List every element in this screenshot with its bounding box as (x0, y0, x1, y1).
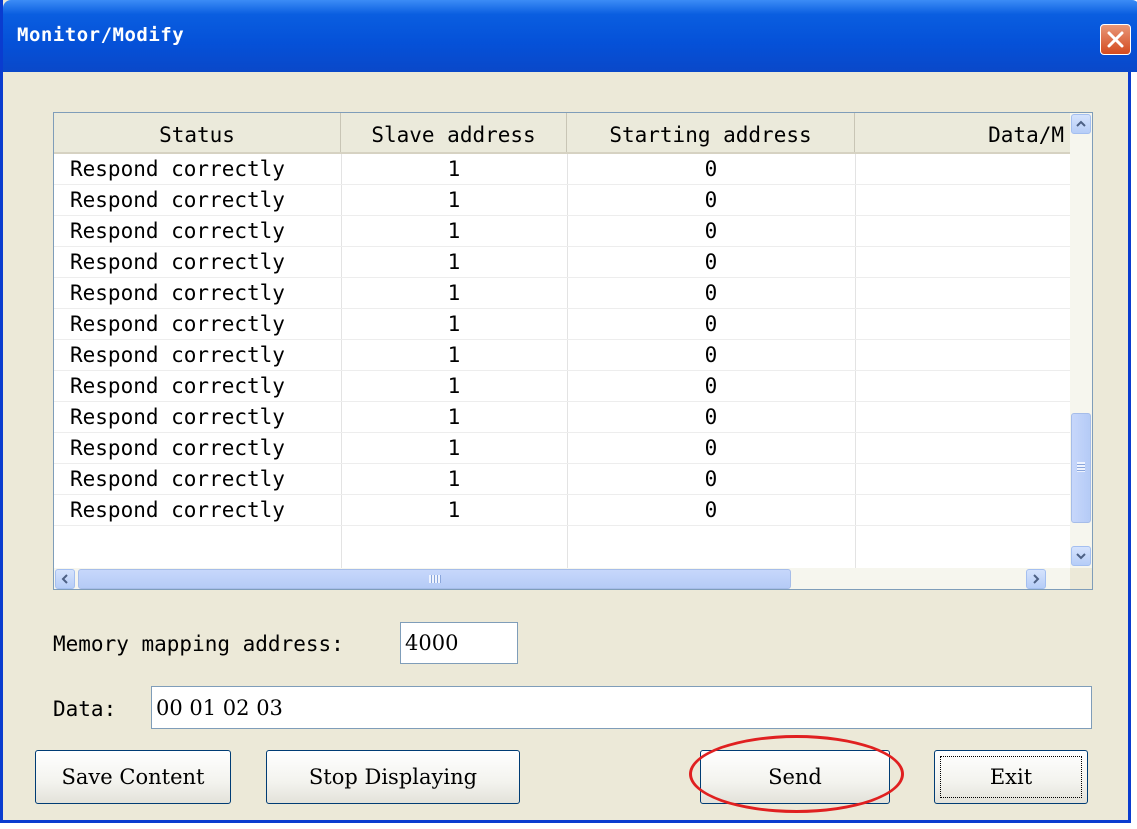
starting-address-cell: 0 (704, 281, 718, 305)
table-row[interactable]: Respond correctly 1 0 (54, 495, 1070, 526)
starting-address-cell: 0 (704, 188, 718, 212)
data-input[interactable] (151, 686, 1092, 729)
close-button[interactable] (1100, 24, 1131, 55)
slave-address-cell: 1 (447, 312, 461, 336)
status-cell: Respond correctly (70, 343, 285, 367)
scroll-up-icon (1076, 120, 1086, 127)
starting-address-cell: 0 (704, 343, 718, 367)
starting-address-cell: 0 (704, 498, 718, 522)
scroll-down-button[interactable] (1071, 546, 1091, 566)
title-bar[interactable]: Monitor/Modify (3, 0, 1137, 72)
close-icon (1107, 31, 1124, 48)
status-cell: Respond correctly (70, 312, 285, 336)
table-row[interactable]: Respond correctly 1 0 (54, 340, 1070, 371)
table-row[interactable]: Respond correctly 1 0 (54, 247, 1070, 278)
status-cell: Respond correctly (70, 436, 285, 460)
thumb-grip (429, 575, 441, 583)
status-cell: Respond correctly (70, 219, 285, 243)
memory-mapping-address-input[interactable] (400, 622, 518, 664)
starting-address-cell: 0 (704, 467, 718, 491)
scrollbar-corner (1070, 568, 1092, 589)
status-cell: Respond correctly (70, 281, 285, 305)
vertical-scroll-thumb[interactable] (1071, 413, 1091, 523)
memory-mapping-address-label: Memory mapping address: (53, 632, 344, 656)
table-row[interactable]: Respond correctly 1 0 (54, 371, 1070, 402)
table-row[interactable]: Respond correctly 1 0 (54, 402, 1070, 433)
starting-address-cell: 0 (704, 219, 718, 243)
slave-address-cell: 1 (447, 374, 461, 398)
slave-address-cell: 1 (447, 281, 461, 305)
starting-address-cell: 0 (704, 312, 718, 336)
results-list[interactable]: Status Slave address Starting address Da… (53, 112, 1093, 590)
column-header-starting-address[interactable]: Starting address (567, 113, 855, 152)
save-content-button[interactable]: Save Content (35, 750, 231, 804)
list-header: Status Slave address Starting address Da… (54, 113, 1070, 154)
status-cell: Respond correctly (70, 188, 285, 212)
table-row[interactable]: Respond correctly 1 0 (54, 216, 1070, 247)
status-cell: Respond correctly (70, 498, 285, 522)
status-cell: Respond correctly (70, 374, 285, 398)
scroll-up-button[interactable] (1071, 114, 1091, 134)
results-grid: Status Slave address Starting address Da… (54, 113, 1070, 568)
slave-address-cell: 1 (447, 188, 461, 212)
vertical-scrollbar[interactable] (1070, 113, 1092, 568)
column-header-slave-address[interactable]: Slave address (341, 113, 567, 152)
slave-address-cell: 1 (447, 250, 461, 274)
horizontal-scrollbar[interactable] (54, 568, 1070, 589)
horizontal-scroll-thumb[interactable] (78, 569, 791, 589)
slave-address-cell: 1 (447, 219, 461, 243)
stop-displaying-button[interactable]: Stop Displaying (266, 750, 520, 804)
table-row[interactable]: Respond correctly 1 0 (54, 433, 1070, 464)
status-cell: Respond correctly (70, 467, 285, 491)
monitor-modify-window: Monitor/Modify Status Slave address Star… (0, 0, 1137, 823)
status-cell: Respond correctly (70, 405, 285, 429)
scroll-down-icon (1076, 553, 1086, 560)
status-cell: Respond correctly (70, 250, 285, 274)
starting-address-cell: 0 (704, 436, 718, 460)
send-button[interactable]: Send (700, 750, 890, 804)
scroll-right-icon (1033, 574, 1040, 584)
slave-address-cell: 1 (447, 343, 461, 367)
table-row[interactable]: Respond correctly 1 0 (54, 185, 1070, 216)
column-header-data[interactable]: Data/M (855, 113, 1070, 152)
column-header-status[interactable]: Status (54, 113, 341, 152)
slave-address-cell: 1 (447, 157, 461, 181)
starting-address-cell: 0 (704, 374, 718, 398)
table-row[interactable]: Respond correctly 1 0 (54, 464, 1070, 495)
slave-address-cell: 1 (447, 436, 461, 460)
table-row[interactable]: Respond correctly 1 0 (54, 154, 1070, 185)
window-title: Monitor/Modify (17, 24, 185, 46)
data-label: Data: (53, 697, 117, 721)
scroll-right-button[interactable] (1026, 569, 1046, 589)
slave-address-cell: 1 (447, 467, 461, 491)
scroll-left-icon (61, 574, 68, 584)
starting-address-cell: 0 (704, 157, 718, 181)
starting-address-cell: 0 (704, 405, 718, 429)
slave-address-cell: 1 (447, 405, 461, 429)
scroll-left-button[interactable] (55, 569, 75, 589)
starting-address-cell: 0 (704, 250, 718, 274)
slave-address-cell: 1 (447, 498, 461, 522)
table-row[interactable]: Respond correctly 1 0 (54, 309, 1070, 340)
thumb-grip (1077, 462, 1085, 472)
table-row[interactable]: Respond correctly 1 0 (54, 278, 1070, 309)
focus-rectangle (940, 756, 1082, 798)
exit-button[interactable]: Exit (934, 750, 1088, 804)
status-cell: Respond correctly (70, 157, 285, 181)
